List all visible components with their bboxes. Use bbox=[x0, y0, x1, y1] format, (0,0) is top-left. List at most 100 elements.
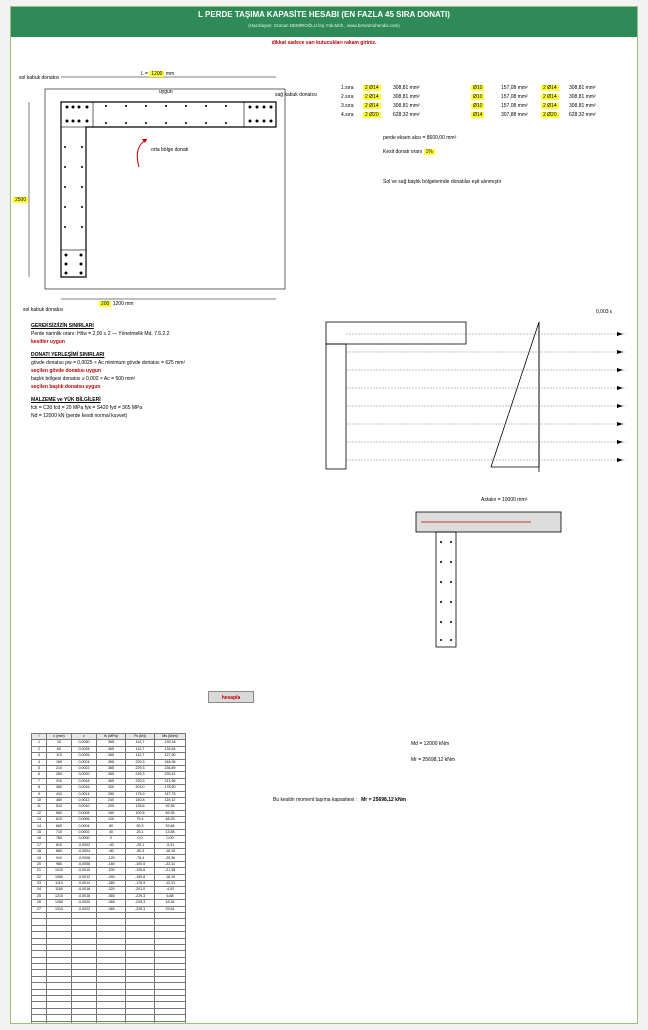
rebar-group bbox=[64, 105, 273, 275]
bottom-dim-val: 1200 bbox=[112, 301, 124, 307]
rebar-cell-d: 157,08 mm² bbox=[501, 103, 528, 109]
stress-web bbox=[435, 531, 457, 648]
rebar-row: 3.sıra 2 Ø14 308,81 mm² Ø10 157,08 mm² 2 Ø14 3… bbox=[341, 103, 631, 112]
force-arrows bbox=[617, 332, 623, 462]
table-empty-cell bbox=[31, 1020, 47, 1023]
table-header-row: ic (mm) ε fs (MPa) Fs (kN) Ms (kNm) bbox=[31, 732, 186, 741]
page: L PERDE TAŞIMA KAPASİTE HESABI (EN FAZLA… bbox=[0, 0, 648, 1030]
rebar-cell-e[interactable]: 2 Ø14 bbox=[541, 103, 559, 109]
rebar-cell-c[interactable]: Ø10 bbox=[471, 85, 485, 91]
diagram-web bbox=[325, 343, 347, 470]
top-width-unit: mm bbox=[165, 71, 175, 77]
rebar-cell-d: 157,08 mm² bbox=[501, 94, 528, 100]
moment-demand: Md = 12000 kNm bbox=[411, 741, 450, 747]
rebar-row: 2.sıra 2 Ø14 308,81 mm² Ø10 157,08 mm² 2 Ø14 3… bbox=[341, 94, 631, 103]
rebar-row: 4.sıra 2 Ø20 628,32 mm² Ø14 307,88 mm² 2 Ø20 6… bbox=[341, 112, 631, 121]
calc-line-hdr: GEREKSİZ/İZİN SINIRLARI bbox=[31, 323, 94, 329]
calc-line-line: fck = C30 fcd = 20 MPa fyk = S420 fyd = … bbox=[31, 405, 143, 411]
left-rebar-label-bottom: sol kabuk donatısı bbox=[23, 307, 64, 313]
rebar-rows: 1.sıra 2 Ø14 308,81 mm² Ø10 157,08 mm² 2 Ø14 3… bbox=[341, 85, 631, 121]
rebar-cell-e[interactable]: 2 Ø14 bbox=[541, 85, 559, 91]
calc-text: GEREKSİZ/İZİN SINIRLARI Perde narinlik or… bbox=[31, 317, 331, 420]
calc-line-hdr: DONATI YERLEŞİMİ SINIRLARI bbox=[31, 352, 105, 358]
perde-summary: perde eksen aksı = 8600,00 mm² bbox=[383, 135, 456, 141]
rebar-cell-f: 628,32 mm² bbox=[569, 112, 596, 118]
stress-label: Astalın = 10000 mm² bbox=[481, 497, 528, 503]
force-diagram bbox=[325, 321, 626, 472]
moment-arrow bbox=[136, 138, 148, 168]
left-rebar-label: sol kabuk donatısı bbox=[19, 75, 60, 81]
total-height-input[interactable]: 2500 bbox=[13, 197, 29, 203]
calc-line-line: Nd = 12000 kN (perde kesiti normal kuvve… bbox=[31, 413, 128, 419]
results-table: ic (mm) ε fs (MPa) Fs (kN) Ms (kNm) 1 10 0,0030… bbox=[31, 732, 186, 1023]
force-lines bbox=[346, 333, 626, 461]
mid-rebar-label: orta bölge donatı bbox=[151, 147, 189, 153]
rebar-cell-a[interactable]: 2 Ø14 bbox=[363, 85, 381, 91]
rebar-cell-b: 628,32 mm² bbox=[393, 112, 420, 118]
ok-label: uygun bbox=[159, 89, 173, 95]
top-width-input[interactable]: 1200 bbox=[149, 71, 165, 77]
rebar-cell-b: 308,81 mm² bbox=[393, 94, 420, 100]
calc-line-red: seçilen gövde donatısı uygun bbox=[31, 368, 102, 374]
rebar-cell-n: 3.sıra bbox=[341, 103, 354, 109]
rebar-cell-b: 308,81 mm² bbox=[393, 103, 420, 109]
capacity-label: Bu kesitin moment taşıma kapasitesi : bbox=[273, 797, 357, 803]
ratio-summary: Kesit donatı oranı 1% bbox=[383, 149, 435, 155]
rebar-cell-n: 1.sıra bbox=[341, 85, 354, 91]
rebar-cell-c[interactable]: Ø14 bbox=[471, 112, 485, 118]
title-bar: L PERDE TAŞIMA KAPASİTE HESABI (EN FAZLA… bbox=[11, 7, 637, 37]
rebar-cell-d: 307,88 mm² bbox=[501, 112, 528, 118]
table-empty-cell bbox=[125, 1020, 155, 1023]
rebar-cell-d: 157,08 mm² bbox=[501, 85, 528, 91]
bottom-dim-unit: mm bbox=[125, 301, 134, 307]
stress-block-diagram bbox=[415, 511, 562, 648]
rebar-cell-c[interactable]: Ø10 bbox=[471, 103, 485, 109]
rebar-cell-a[interactable]: 2 Ø20 bbox=[363, 112, 381, 118]
right-rebar-label: sağ kabuk donatısı bbox=[275, 92, 317, 98]
table-empty-cell bbox=[46, 1020, 72, 1023]
page-subtitle: (Hazırlayan: Gürcan DEMİROĞLU İnş.Yük.Mü… bbox=[248, 23, 400, 28]
perde-value: 8600,00 mm² bbox=[426, 135, 457, 141]
calc-line-red: kesitler uygun bbox=[31, 339, 65, 345]
strain-diagram bbox=[490, 321, 540, 468]
ratio-label: Kesit donatı oranı bbox=[383, 149, 423, 155]
calculate-button[interactable]: hesapla bbox=[208, 691, 254, 703]
calc-line-hdr: MALZEME ve YÜK BİLGİLERİ bbox=[31, 397, 101, 403]
section-drawing bbox=[28, 76, 286, 300]
rebar-cell-e[interactable]: 2 Ø14 bbox=[541, 94, 559, 100]
bottom-dims: 200 1200 mm bbox=[99, 301, 134, 307]
moment-result: Mr = 25698,12 kNm bbox=[411, 757, 456, 763]
table-empty-cell bbox=[154, 1020, 186, 1023]
table-empty-cell bbox=[96, 1020, 126, 1023]
rebar-cell-f: 308,81 mm² bbox=[569, 94, 596, 100]
page-title: L PERDE TAŞIMA KAPASİTE HESABI (EN FAZLA… bbox=[198, 10, 450, 19]
capacity-result: Bu kesitin moment taşıma kapasitesi : Mr… bbox=[273, 797, 406, 803]
rebar-cell-a[interactable]: 2 Ø14 bbox=[363, 103, 381, 109]
top-width-label: L = 1200 mm bbox=[141, 71, 174, 77]
table-empty-row bbox=[31, 1020, 186, 1023]
rebar-cell-f: 308,81 mm² bbox=[569, 103, 596, 109]
rebar-cell-n: 2.sıra bbox=[341, 94, 354, 100]
capacity-value: Mr = 25698,12 kNm bbox=[361, 797, 406, 803]
l-section-shape bbox=[60, 101, 277, 278]
calc-line-line: gövde donatısı pw = 0,0025 × Ac minimum … bbox=[31, 360, 186, 366]
rebar-cell-a[interactable]: 2 Ø14 bbox=[363, 94, 381, 100]
total-height: 2500 bbox=[13, 197, 29, 203]
worksheet: L PERDE TAŞIMA KAPASİTE HESABI (EN FAZLA… bbox=[10, 6, 638, 1024]
bottom-dim-input[interactable]: 200 bbox=[99, 301, 112, 307]
rebar-cell-c[interactable]: Ø10 bbox=[471, 94, 485, 100]
rebar-row: 1.sıra 2 Ø14 308,81 mm² Ø10 157,08 mm² 2 Ø14 3… bbox=[341, 85, 631, 94]
rebar-cell-n: 4.sıra bbox=[341, 112, 354, 118]
top-width-prefix: L = bbox=[141, 71, 148, 77]
calc-line-line: başlık bölgesi donatısı ≥ 0,002 × Ac = 5… bbox=[31, 376, 136, 382]
rebar-cell-e[interactable]: 2 Ø20 bbox=[541, 112, 559, 118]
strain-label: 0,003 ε bbox=[596, 309, 613, 315]
calc-line-line: Perde narinlik oranı: H/lw = 2,00 ≤ 2 — … bbox=[31, 331, 170, 337]
perde-label: perde eksen aksı = bbox=[383, 135, 426, 141]
table-empty-cell bbox=[71, 1020, 97, 1023]
calc-line-red: seçilen başlık donatısı uygun bbox=[31, 384, 101, 390]
rebar-cell-b: 308,81 mm² bbox=[393, 85, 420, 91]
instruction-text: dikkat sadece sarı kutucukları rakam gir… bbox=[271, 40, 377, 46]
ratio-input[interactable]: 1% bbox=[423, 149, 435, 155]
flange-note: Sol ve sağ başlık bölgelerinde donatılar… bbox=[383, 179, 502, 185]
